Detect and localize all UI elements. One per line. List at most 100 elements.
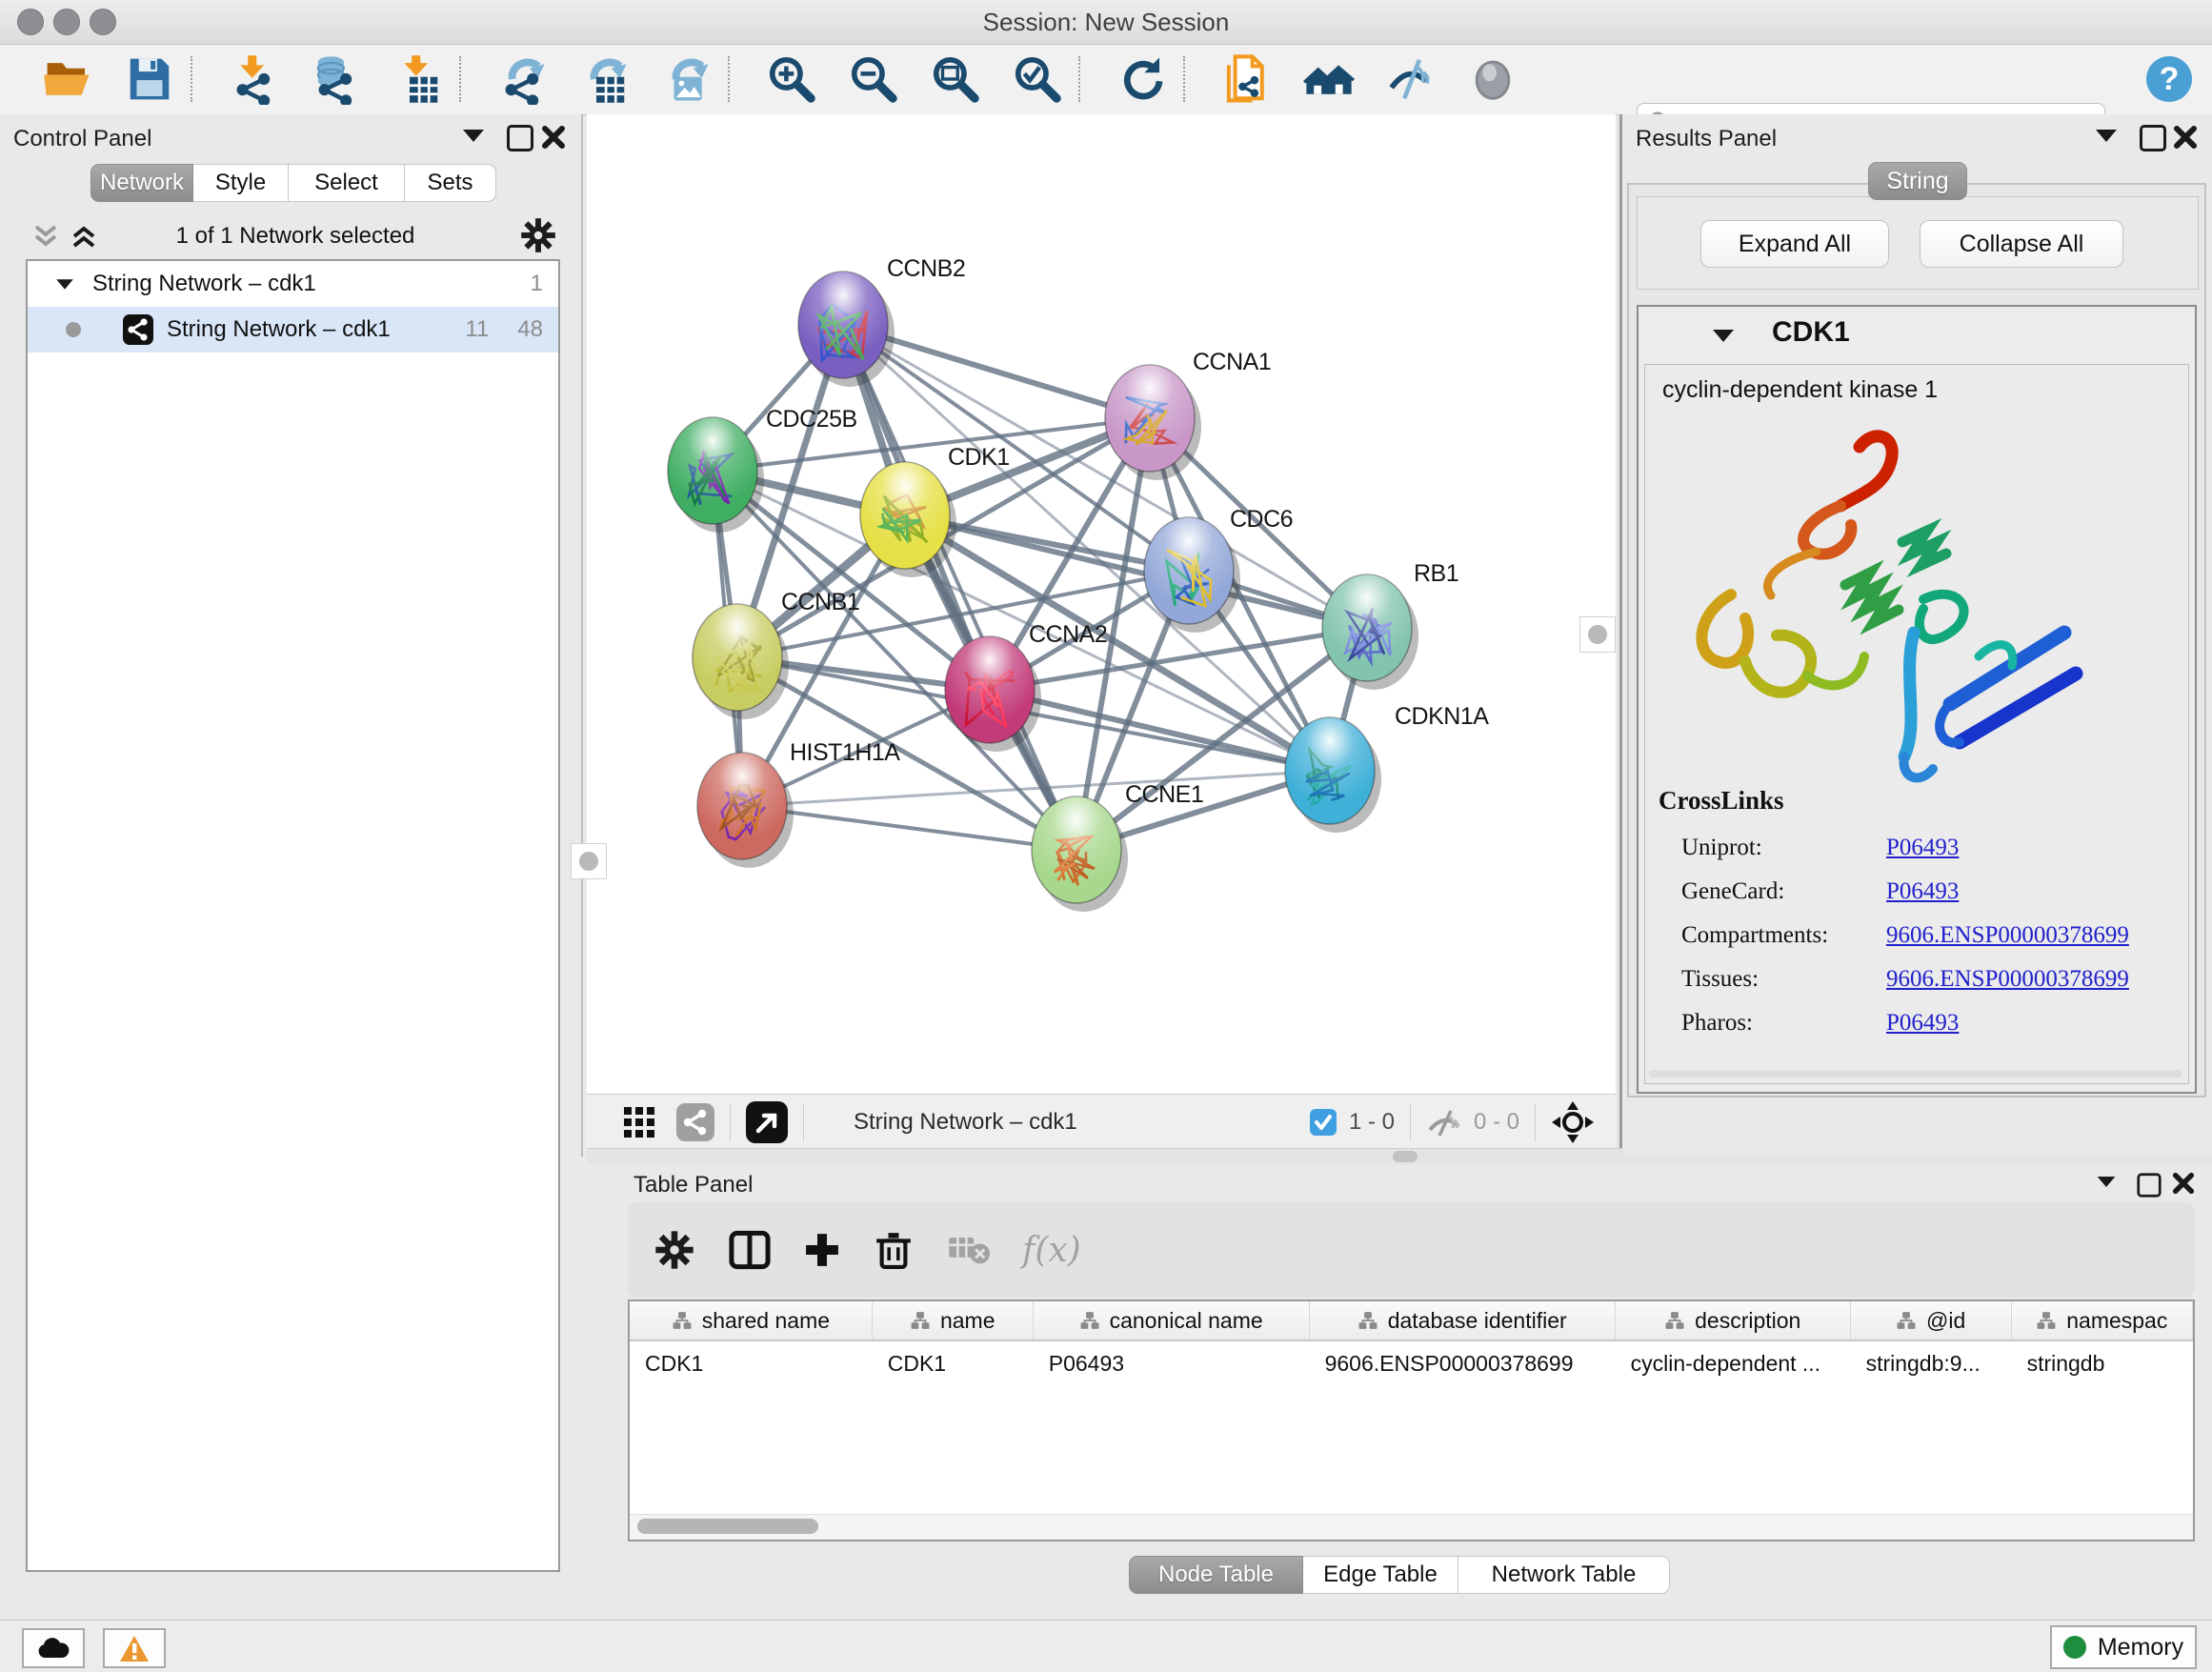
column-header-shared-name[interactable]: shared name xyxy=(630,1301,873,1340)
node-RB1[interactable] xyxy=(1322,574,1418,690)
tab-edge-table[interactable]: Edge Table xyxy=(1303,1556,1458,1594)
zoom-fit-icon[interactable] xyxy=(926,50,985,109)
grid-view-icon[interactable] xyxy=(623,1106,655,1138)
node-CCNA2[interactable] xyxy=(945,636,1041,752)
show-columns-icon[interactable] xyxy=(729,1229,771,1271)
horizontal-splitter-handle[interactable] xyxy=(1393,1151,1418,1162)
tab-node-table[interactable]: Node Table xyxy=(1129,1556,1303,1594)
edge-CCNB2-CCNE1[interactable] xyxy=(843,325,1076,850)
expand-all-button[interactable]: Expand All xyxy=(1700,220,1889,268)
node-HIST1H1A[interactable] xyxy=(697,753,794,868)
gear-icon[interactable] xyxy=(520,217,556,253)
table-hscrollbar-thumb[interactable] xyxy=(637,1519,818,1534)
column-header-@id[interactable]: @id xyxy=(1851,1301,2012,1340)
memory-button[interactable]: Memory xyxy=(2050,1625,2197,1669)
birdseye-crosshair-icon[interactable] xyxy=(1551,1100,1595,1144)
table-cell[interactable]: stringdb xyxy=(2012,1341,2193,1385)
panel-collapse-icon[interactable] xyxy=(2096,130,2117,142)
column-header-canonical-name[interactable]: canonical name xyxy=(1034,1301,1310,1340)
node-CDKN1A[interactable] xyxy=(1285,717,1381,833)
node-CCNB2[interactable] xyxy=(798,272,895,387)
crosslink-link[interactable]: 9606.ENSP00000378699 xyxy=(1886,966,2129,993)
panel-close-icon[interactable] xyxy=(541,125,566,150)
network-row[interactable]: String Network – cdk1 11 48 xyxy=(28,307,558,353)
zoom-out-icon[interactable] xyxy=(844,50,903,109)
column-header-database-identifier[interactable]: database identifier xyxy=(1310,1301,1616,1340)
gene-section-scrollbar[interactable] xyxy=(1649,1070,2182,1078)
table-row[interactable]: CDK1CDK1P064939606.ENSP00000378699cyclin… xyxy=(630,1341,2193,1385)
home-icon[interactable] xyxy=(1299,50,1358,109)
zoom-in-icon[interactable] xyxy=(762,50,821,109)
panel-close-icon[interactable] xyxy=(2173,125,2198,150)
column-header-namespac[interactable]: namespac xyxy=(2012,1301,2193,1340)
save-session-icon[interactable] xyxy=(120,50,179,109)
crosslink-link[interactable]: P06493 xyxy=(1886,878,1959,905)
tab-sets[interactable]: Sets xyxy=(405,164,496,202)
network-canvas[interactable]: CCNB2CCNA1CDC25BCDK1CDC6RB1CCNB1CCNA2CDK… xyxy=(587,114,1616,1094)
node-CDK1[interactable] xyxy=(860,462,956,577)
node-CCNE1[interactable] xyxy=(1032,796,1128,912)
collapse-all-button[interactable]: Collapse All xyxy=(1920,220,2123,268)
selected-checkbox-icon[interactable] xyxy=(1309,1108,1337,1137)
cloud-button[interactable] xyxy=(22,1628,85,1668)
import-database-icon[interactable] xyxy=(307,50,366,109)
refresh-icon[interactable] xyxy=(1113,50,1172,109)
panel-collapse-icon[interactable] xyxy=(463,130,484,142)
function-builder-icon[interactable]: f(x) xyxy=(1022,1231,1081,1270)
export-network-icon[interactable] xyxy=(493,50,553,109)
network-graph[interactable]: CCNB2CCNA1CDC25BCDK1CDC6RB1CCNB1CCNA2CDK… xyxy=(587,114,1616,1094)
table-cell[interactable]: cyclin-dependent ... xyxy=(1616,1341,1851,1385)
left-splitter[interactable] xyxy=(581,114,583,1157)
first-neighbors-icon[interactable] xyxy=(1217,50,1277,109)
panel-float-icon[interactable] xyxy=(2137,1173,2161,1197)
panel-close-icon[interactable] xyxy=(2172,1172,2195,1195)
column-header-description[interactable]: description xyxy=(1616,1301,1851,1340)
zoom-selected-icon[interactable] xyxy=(1008,50,1067,109)
expand-all-chevron-icon[interactable] xyxy=(69,223,99,250)
tab-string[interactable]: String xyxy=(1868,162,1967,200)
collection-expand-icon[interactable] xyxy=(56,279,73,289)
table-cell[interactable]: CDK1 xyxy=(630,1341,873,1385)
table-settings-gear-icon[interactable] xyxy=(654,1230,694,1270)
hide-selected-icon[interactable] xyxy=(1381,50,1440,109)
node-CDC25B[interactable] xyxy=(668,417,764,533)
network-collection-row[interactable]: String Network – cdk1 1 xyxy=(28,261,558,307)
open-session-icon[interactable] xyxy=(38,50,97,109)
table-cell[interactable]: 9606.ENSP00000378699 xyxy=(1310,1341,1616,1385)
create-column-plus-icon[interactable] xyxy=(803,1231,841,1269)
table-cell[interactable]: stringdb:9... xyxy=(1851,1341,2012,1385)
table-cell[interactable]: P06493 xyxy=(1034,1341,1310,1385)
show-eye-icon[interactable] xyxy=(1463,50,1522,109)
panel-collapse-icon[interactable] xyxy=(2098,1177,2116,1187)
delete-column-trash-icon[interactable] xyxy=(874,1229,914,1271)
help-icon[interactable]: ? xyxy=(2140,50,2199,109)
crosslink-link[interactable]: P06493 xyxy=(1886,1010,1959,1037)
crosslink-link[interactable]: 9606.ENSP00000378699 xyxy=(1886,922,2129,949)
node-CCNA1[interactable] xyxy=(1105,365,1201,480)
tab-select[interactable]: Select xyxy=(289,164,405,202)
left-splitter-handle[interactable] xyxy=(571,843,607,879)
export-image-icon[interactable] xyxy=(657,50,716,109)
node-table[interactable]: shared namenamecanonical namedatabase id… xyxy=(628,1299,2195,1541)
table-panel-title: Table Panel xyxy=(633,1172,753,1199)
panel-float-icon[interactable] xyxy=(507,125,533,151)
open-in-new-window-icon[interactable] xyxy=(746,1101,788,1143)
table-hscrollbar[interactable] xyxy=(630,1514,2193,1540)
right-splitter-handle[interactable] xyxy=(1579,616,1616,653)
hidden-eye-icon[interactable] xyxy=(1426,1107,1462,1138)
tab-network[interactable]: Network xyxy=(90,164,193,202)
tab-style[interactable]: Style xyxy=(193,164,289,202)
crosslink-link[interactable]: P06493 xyxy=(1886,835,1959,861)
delete-table-icon[interactable] xyxy=(948,1234,990,1266)
tab-network-table[interactable]: Network Table xyxy=(1458,1556,1670,1594)
collapse-all-chevron-icon[interactable] xyxy=(30,223,61,250)
export-table-icon[interactable] xyxy=(575,50,634,109)
warning-button[interactable] xyxy=(103,1628,166,1668)
import-network-icon[interactable] xyxy=(225,50,284,109)
column-header-name[interactable]: name xyxy=(873,1301,1034,1340)
import-table-icon[interactable] xyxy=(389,50,448,109)
panel-float-icon[interactable] xyxy=(2140,125,2166,151)
table-cell[interactable]: CDK1 xyxy=(873,1341,1034,1385)
network-view-share-icon[interactable] xyxy=(676,1103,714,1141)
gene-collapse-icon[interactable] xyxy=(1713,330,1734,342)
